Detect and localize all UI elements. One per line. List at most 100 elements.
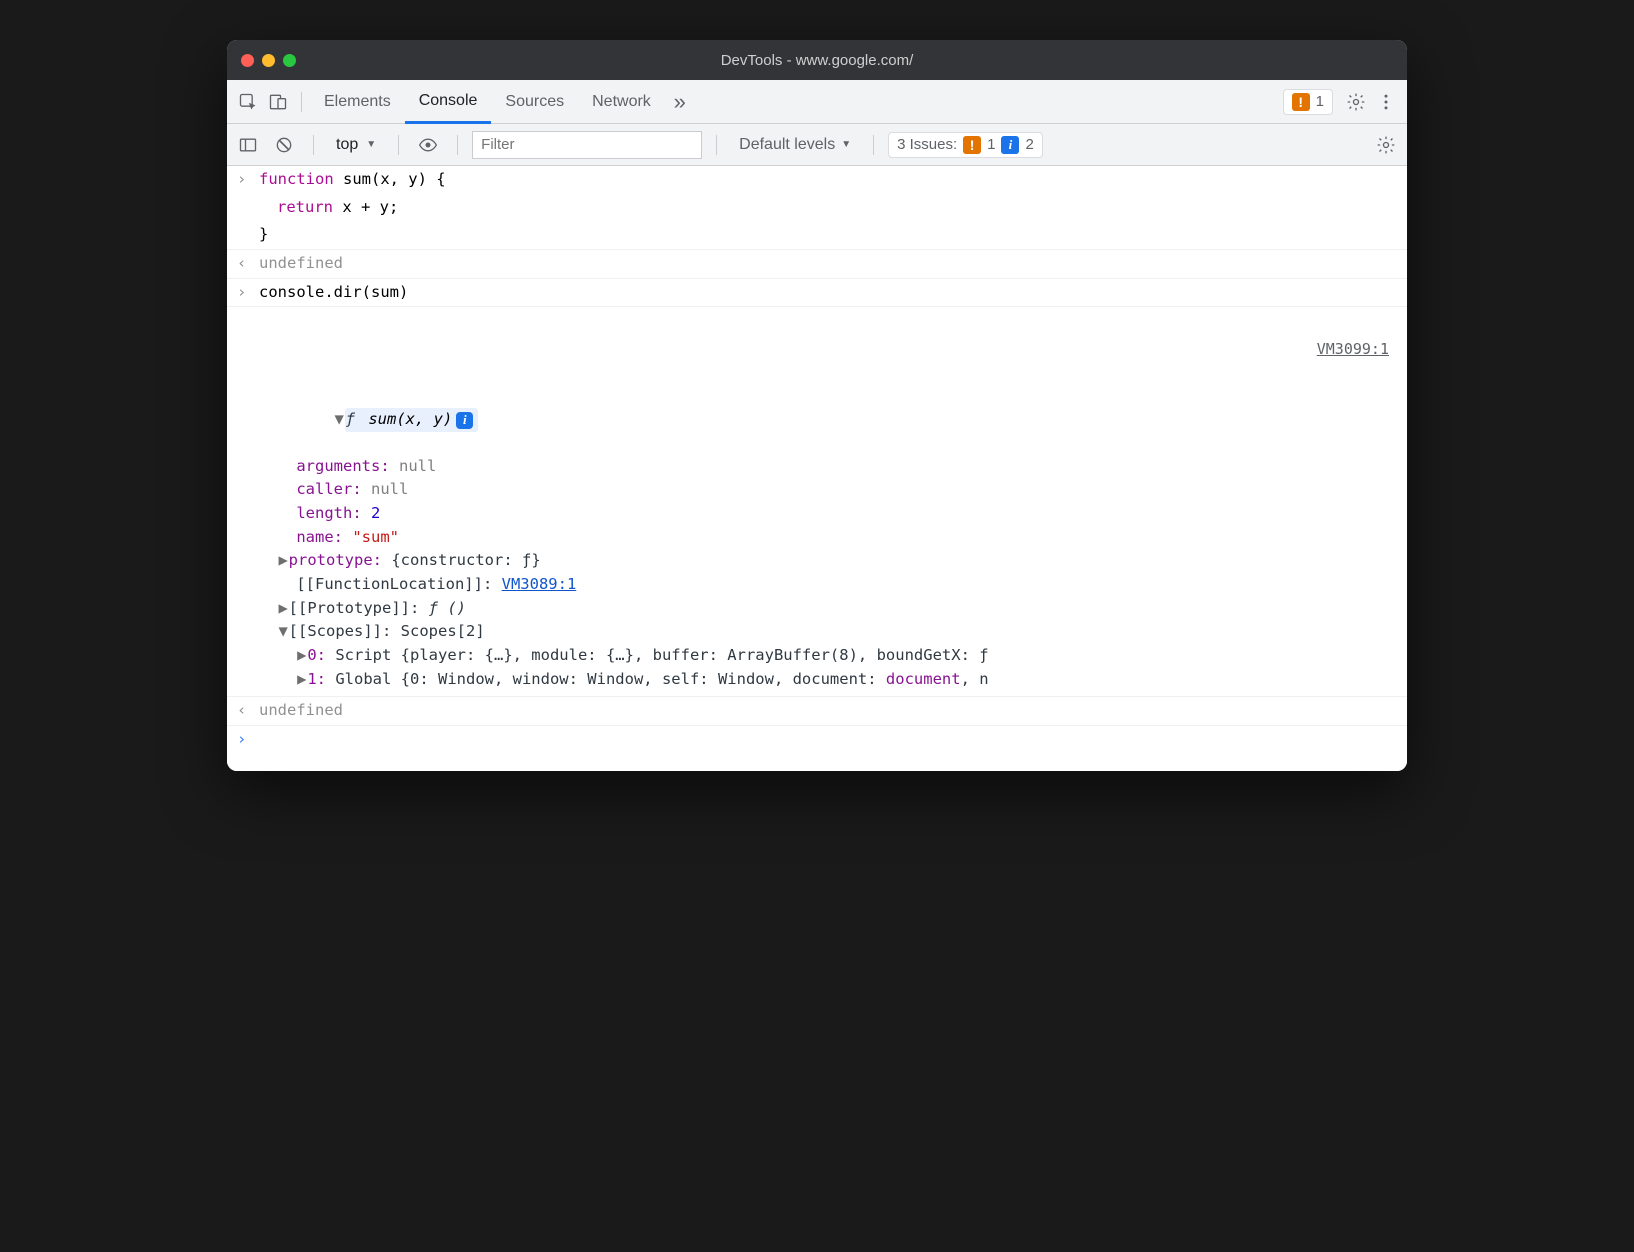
prompt-input[interactable] [259,729,1399,751]
console-toolbar: top Default levels 3 Issues: 1 2 [227,124,1407,166]
separator [873,135,874,155]
console-output-row: ‹ undefined [227,250,1407,279]
code-line: function sum(x, y) { [259,169,1399,191]
console-input-row[interactable]: › console.dir(sum) [227,279,1407,308]
prop-key: 0: [307,646,326,664]
tab-elements[interactable]: Elements [310,80,405,123]
prop-key: [[Scopes]]: [289,622,392,640]
object-property-row[interactable]: [[FunctionLocation]]: VM3089:1 [227,573,1407,597]
output-chevron-icon: ‹ [237,253,259,275]
object-property-row[interactable]: caller: null [227,478,1407,502]
settings-icon[interactable] [1341,87,1371,117]
warnings-badge[interactable]: 1 [1283,89,1333,115]
console-body: › function sum(x, y) { return x + y; } ‹… [227,166,1407,771]
prop-key: [[Prototype]]: [289,599,420,617]
tab-console[interactable]: Console [405,81,492,124]
prop-key: arguments: [296,457,389,475]
prop-value: Script {player: {…}, module: {…}, buffer… [335,646,988,664]
console-settings-icon[interactable] [1371,130,1401,160]
code-line: } [259,224,1399,246]
device-toolbar-icon[interactable] [263,87,293,117]
warning-icon [963,136,981,154]
maximize-window-icon[interactable] [283,54,296,67]
warning-icon [1292,93,1310,111]
prop-key: length: [296,504,361,522]
output-value: undefined [259,700,1399,722]
console-input-row[interactable]: } [227,221,1407,250]
object-property-row[interactable]: arguments: null [227,455,1407,479]
object-property-row[interactable]: ▶prototype: {constructor: ƒ} [227,549,1407,573]
prop-value: Global {0: Window, window: Window, self:… [335,670,988,688]
prop-key: [[FunctionLocation]]: [296,575,492,593]
more-icon[interactable] [1371,87,1401,117]
input-chevron-icon: › [237,282,259,304]
prop-key: caller: [296,480,361,498]
prompt-chevron-icon: › [237,729,259,751]
object-property-row[interactable]: name: "sum" [227,526,1407,550]
tab-sources[interactable]: Sources [491,80,578,123]
input-chevron-icon: › [237,169,259,191]
prop-value: {constructor: ƒ} [391,551,540,569]
object-property-row[interactable]: ▶1: Global {0: Window, window: Window, s… [227,668,1407,698]
object-property-row[interactable]: ▼[[Scopes]]: Scopes[2] [227,620,1407,644]
filter-input[interactable] [472,131,702,159]
disclosure-triangle-open-icon[interactable]: ▼ [278,621,289,643]
tab-network[interactable]: Network [578,80,665,123]
close-window-icon[interactable] [241,54,254,67]
source-link-row: VM3099:1 [227,307,1407,385]
code-line: return x + y; [259,197,1399,219]
output-chevron-icon: ‹ [237,700,259,722]
separator [301,92,302,112]
prop-key: 1: [307,670,326,688]
issues-info-count: 2 [1025,136,1033,153]
console-input-row[interactable]: return x + y; [227,194,1407,222]
inspect-element-icon[interactable] [233,87,263,117]
prop-value: ƒ () [429,599,466,617]
prop-value: Scopes[2] [401,622,485,640]
tabs-overflow-icon[interactable]: » [665,89,695,115]
titlebar[interactable]: DevTools - www.google.com/ [227,40,1407,80]
sidebar-toggle-icon[interactable] [233,130,263,160]
minimize-window-icon[interactable] [262,54,275,67]
prop-value: null [399,457,436,475]
devtools-window: DevTools - www.google.com/ Elements Cons… [227,40,1407,771]
disclosure-triangle-icon[interactable]: ▶ [296,645,307,667]
object-property-row[interactable]: ▶0: Script {player: {…}, module: {…}, bu… [227,644,1407,668]
source-link[interactable]: VM3099:1 [1317,340,1389,358]
prop-value: 2 [371,504,380,522]
tab-bar: Elements Console Sources Network » 1 [227,80,1407,124]
object-property-row[interactable]: ▶[[Prototype]]: ƒ () [227,597,1407,621]
prop-value: null [371,480,408,498]
function-location-link[interactable]: VM3089:1 [502,575,577,593]
warning-count: 1 [1316,93,1324,110]
live-expression-icon[interactable] [413,130,443,160]
console-input-row[interactable]: › function sum(x, y) { [227,166,1407,194]
separator [398,135,399,155]
issues-badge[interactable]: 3 Issues: 1 2 [888,132,1043,158]
separator [457,135,458,155]
output-value: undefined [259,253,1399,275]
disclosure-triangle-open-icon[interactable]: ▼ [334,409,345,431]
window-title: DevTools - www.google.com/ [227,52,1407,69]
separator [716,135,717,155]
log-levels-selector[interactable]: Default levels [731,136,859,154]
prop-value: "sum" [352,528,399,546]
issues-label: 3 Issues: [897,136,957,153]
disclosure-triangle-icon[interactable]: ▶ [296,669,307,691]
disclosure-triangle-icon[interactable]: ▶ [278,550,289,572]
function-signature: sum(x, y) [368,409,452,431]
info-badge-icon[interactable]: i [456,412,473,429]
issues-warn-count: 1 [987,136,995,153]
info-icon [1001,136,1019,154]
separator [313,135,314,155]
prop-key: name: [296,528,343,546]
console-output-row: ‹ undefined [227,697,1407,726]
prop-key: prototype: [289,551,382,569]
context-selector[interactable]: top [328,132,384,158]
disclosure-triangle-icon[interactable]: ▶ [278,598,289,620]
console-prompt-row[interactable]: › [227,726,1407,771]
object-property-row[interactable]: length: 2 [227,502,1407,526]
object-header-row[interactable]: ▼ƒ sum(x, y) i [227,386,1407,455]
code-line: console.dir(sum) [259,282,1399,304]
clear-console-icon[interactable] [269,130,299,160]
